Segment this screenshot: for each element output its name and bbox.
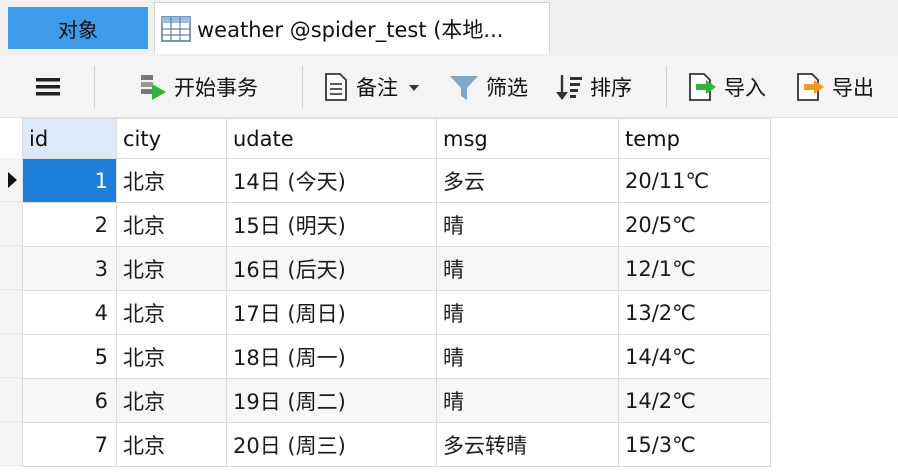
begin-transaction-button[interactable]: 开始事务 <box>138 68 258 106</box>
cell-temp[interactable]: 13/2℃ <box>618 290 771 335</box>
table-row[interactable]: 2 北京 15日 (明天) 晴 20/5℃ <box>22 202 771 247</box>
export-icon <box>797 73 824 101</box>
tab-weather-table[interactable]: weather @spider_test (本地... <box>154 2 550 54</box>
header-row: id city udate msg temp <box>22 118 771 159</box>
cell-city[interactable]: 北京 <box>116 202 227 247</box>
export-label: 导出 <box>832 76 874 100</box>
begin-transaction-label: 开始事务 <box>174 76 258 100</box>
cell-msg[interactable]: 晴 <box>436 378 619 423</box>
cell-udate[interactable]: 20日 (周三) <box>226 422 437 467</box>
row-indicator[interactable] <box>0 202 22 246</box>
cell-udate[interactable]: 19日 (周二) <box>226 378 437 423</box>
cell-udate[interactable]: 18日 (周一) <box>226 334 437 379</box>
cell-temp[interactable]: 15/3℃ <box>618 422 771 467</box>
column-header-msg[interactable]: msg <box>436 118 619 159</box>
cell-udate[interactable]: 14日 (今天) <box>226 158 437 203</box>
cell-id[interactable]: 1 <box>22 158 117 203</box>
data-grid: id city udate msg temp 1 北京 14日 (今天) 多云 … <box>0 118 898 473</box>
cell-temp[interactable]: 12/1℃ <box>618 246 771 291</box>
cell-udate[interactable]: 17日 (周日) <box>226 290 437 335</box>
sort-icon <box>556 75 582 100</box>
table-row[interactable]: 6 北京 19日 (周二) 晴 14/2℃ <box>22 378 771 423</box>
cell-city[interactable]: 北京 <box>116 422 227 467</box>
cell-id[interactable]: 7 <box>22 422 117 467</box>
cell-msg[interactable]: 晴 <box>436 334 619 379</box>
import-label: 导入 <box>724 76 766 100</box>
cell-udate[interactable]: 15日 (明天) <box>226 202 437 247</box>
tab-bar: 对象 weather @spider_test (本地... <box>0 0 898 56</box>
cell-msg[interactable]: 晴 <box>436 202 619 247</box>
hamburger-icon <box>36 78 60 96</box>
cell-msg[interactable]: 多云 <box>436 158 619 203</box>
row-indicator[interactable] <box>0 334 22 378</box>
toolbar-divider <box>302 66 303 108</box>
current-row-caret-icon <box>8 172 17 188</box>
table-row[interactable]: 4 北京 17日 (周日) 晴 13/2℃ <box>22 290 771 335</box>
dropdown-arrow-icon <box>409 85 419 91</box>
table-row[interactable]: 5 北京 18日 (周一) 晴 14/4℃ <box>22 334 771 379</box>
cell-msg[interactable]: 晴 <box>436 290 619 335</box>
toolbar: 开始事务 备注 筛选 排序 导入 导出 <box>0 56 898 118</box>
column-header-temp[interactable]: temp <box>618 118 771 159</box>
cell-temp[interactable]: 14/2℃ <box>618 378 771 423</box>
column-header-id[interactable]: id <box>22 118 117 159</box>
row-indicator[interactable] <box>0 378 22 422</box>
sort-button[interactable]: 排序 <box>554 68 632 106</box>
toolbar-divider <box>666 66 667 108</box>
note-button[interactable]: 备注 <box>322 68 422 106</box>
cell-city[interactable]: 北京 <box>116 334 227 379</box>
cell-msg[interactable]: 多云转晴 <box>436 422 619 467</box>
export-button[interactable]: 导出 <box>794 68 874 106</box>
cell-id[interactable]: 6 <box>22 378 117 423</box>
filter-button[interactable]: 筛选 <box>448 68 528 106</box>
column-header-city[interactable]: city <box>116 118 227 159</box>
cell-id[interactable]: 5 <box>22 334 117 379</box>
toolbar-divider <box>94 66 95 108</box>
table-row[interactable]: 3 北京 16日 (后天) 晴 12/1℃ <box>22 246 771 291</box>
cell-id[interactable]: 2 <box>22 202 117 247</box>
cell-city[interactable]: 北京 <box>116 246 227 291</box>
cell-city[interactable]: 北京 <box>116 378 227 423</box>
cell-city[interactable]: 北京 <box>116 290 227 335</box>
import-icon <box>689 73 716 101</box>
cell-city[interactable]: 北京 <box>116 158 227 203</box>
cell-temp[interactable]: 14/4℃ <box>618 334 771 379</box>
filter-icon <box>450 76 478 100</box>
filter-label: 筛选 <box>486 76 528 100</box>
tab-objects-label: 对象 <box>58 17 98 42</box>
row-indicator[interactable] <box>0 422 22 466</box>
cell-msg[interactable]: 晴 <box>436 246 619 291</box>
cell-udate[interactable]: 16日 (后天) <box>226 246 437 291</box>
tab-objects[interactable]: 对象 <box>8 7 148 49</box>
row-indicator[interactable] <box>0 290 22 334</box>
row-indicator-column <box>0 158 22 466</box>
table-row[interactable]: 7 北京 20日 (周三) 多云转晴 15/3℃ <box>22 422 771 467</box>
transaction-icon <box>141 75 166 100</box>
cell-id[interactable]: 3 <box>22 246 117 291</box>
sort-label: 排序 <box>590 76 632 100</box>
column-header-udate[interactable]: udate <box>226 118 437 159</box>
weather-table: id city udate msg temp 1 北京 14日 (今天) 多云 … <box>22 118 771 467</box>
row-indicator[interactable] <box>0 246 22 290</box>
cell-id[interactable]: 4 <box>22 290 117 335</box>
cell-temp[interactable]: 20/11℃ <box>618 158 771 203</box>
note-label: 备注 <box>356 76 398 100</box>
table-icon <box>161 15 191 42</box>
import-button[interactable]: 导入 <box>686 68 766 106</box>
cell-temp[interactable]: 20/5℃ <box>618 202 771 247</box>
menu-button[interactable] <box>34 68 62 106</box>
note-icon <box>325 73 347 101</box>
table-row[interactable]: 1 北京 14日 (今天) 多云 20/11℃ <box>22 158 771 203</box>
tab-weather-label: weather @spider_test (本地... <box>197 17 504 42</box>
row-indicator[interactable] <box>0 158 22 202</box>
